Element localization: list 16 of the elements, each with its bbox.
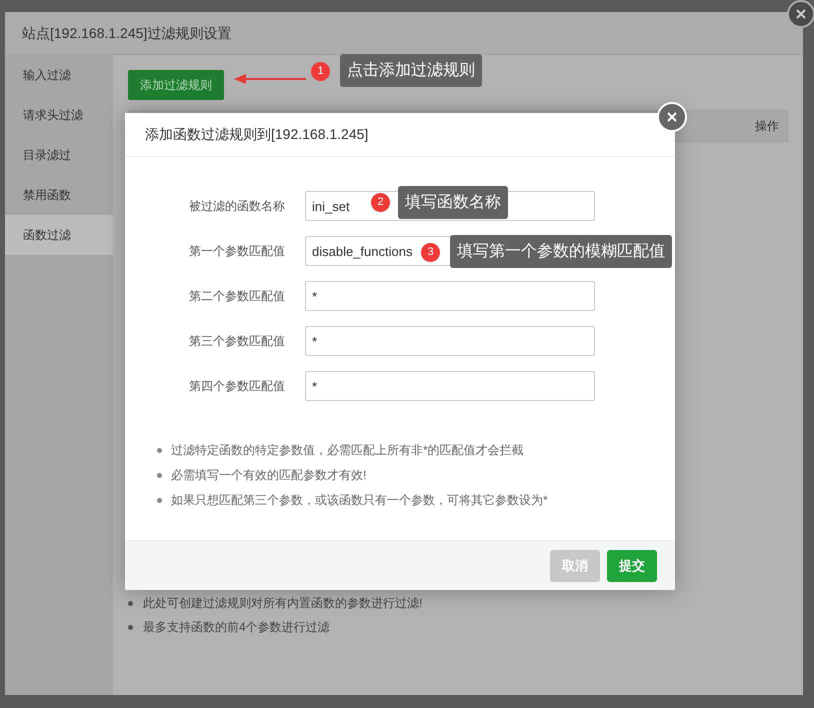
dialog-title: 添加函数过滤规则到[192.168.1.245] bbox=[145, 125, 368, 144]
column-header: 操作 bbox=[755, 118, 779, 135]
tooltip: 点击添加过滤规则 bbox=[340, 54, 482, 87]
field-label: 被过滤的函数名称 bbox=[188, 198, 285, 215]
tooltip: 填写第一个参数的模糊匹配值 bbox=[450, 235, 672, 268]
note-text: 过滤特定函数的特定参数值，必需匹配上所有非*的匹配值才会拦截 bbox=[171, 442, 524, 459]
field-label: 第三个参数匹配值 bbox=[188, 333, 285, 350]
tooltip: 填写函数名称 bbox=[398, 186, 508, 219]
field-label: 第四个参数匹配值 bbox=[188, 378, 285, 395]
note-text: 最多支持函数的前4个参数进行过滤 bbox=[143, 619, 330, 636]
note-text: 必需填写一个有效的匹配参数才有效! bbox=[171, 467, 366, 484]
field-label: 第二个参数匹配值 bbox=[188, 288, 285, 305]
note-text: 此处可创建过滤规则对所有内置函数的参数进行过滤! bbox=[143, 595, 422, 612]
note-text: 如果只想匹配第三个参数，或该函数只有一个参数，可将其它参数设为* bbox=[171, 492, 548, 509]
field-label: 第一个参数匹配值 bbox=[188, 243, 285, 260]
window-title: 站点[192.168.1.245]过滤规则设置 bbox=[22, 24, 232, 43]
